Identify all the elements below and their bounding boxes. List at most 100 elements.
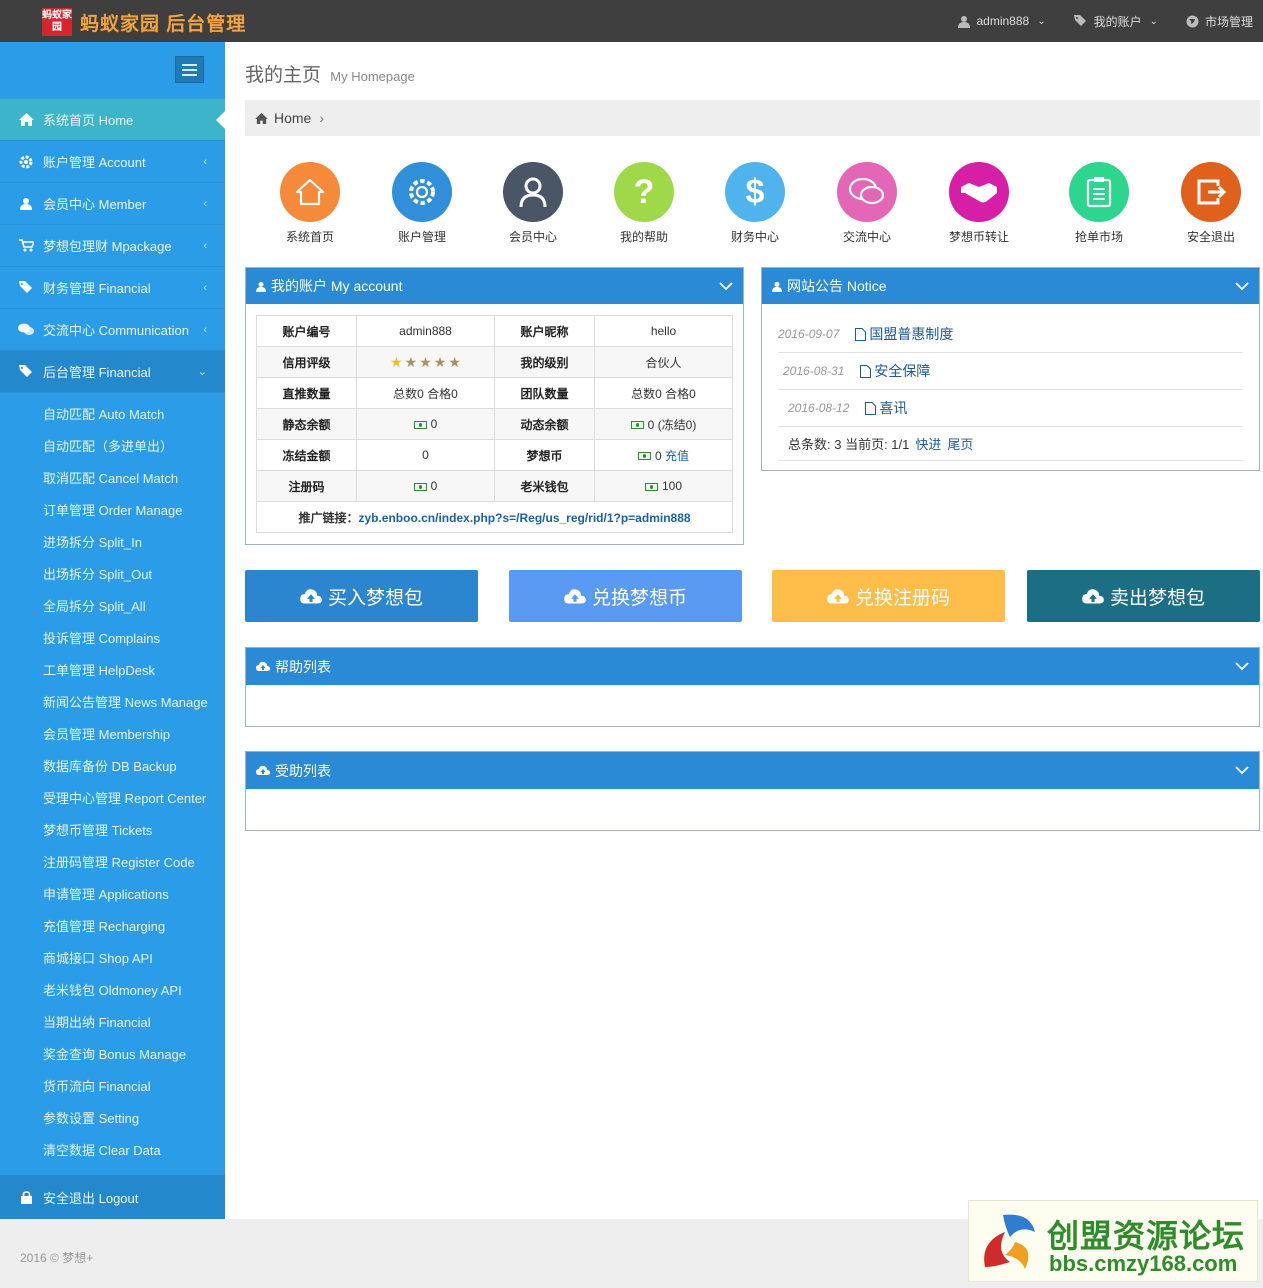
shortcut-gear[interactable]: 账户管理 [372, 162, 472, 245]
shortcut-question[interactable]: ? 我的帮助 [594, 162, 694, 245]
notice-date: 2016-09-07 [778, 327, 840, 341]
chevron-down-icon: ⌄ [197, 366, 207, 378]
watermark: 创盟资源论坛 bbs.cmzy168.com [968, 1200, 1258, 1282]
shortcut-exit[interactable]: 安全退出 [1161, 162, 1261, 245]
sidebar-subitem[interactable]: 自动匹配（多进单出） [0, 431, 225, 463]
logo-badge: 蚂蚁家园 [42, 8, 72, 36]
money-icon [413, 482, 427, 491]
action-button-label: 卖出梦想包 [1109, 587, 1205, 609]
sidebar-subitem[interactable]: 订单管理 Order Manage [0, 495, 225, 527]
sidebar-subitem[interactable]: 货币流向 Financial [0, 1071, 225, 1103]
pagination-last-link[interactable]: 尾页 [947, 434, 973, 453]
globe-icon [1186, 15, 1199, 27]
cell-value: 0 充值 [594, 439, 733, 471]
action-button[interactable]: 兑换注册码 [772, 570, 1005, 622]
notice-date: 2016-08-31 [783, 364, 845, 378]
money-icon [630, 421, 644, 430]
breadcrumb-home-link[interactable]: Home [274, 110, 311, 126]
action-button[interactable]: 买入梦想包 [245, 570, 478, 622]
menu-toggle-button[interactable] [175, 56, 204, 83]
sidebar-item-mpackage[interactable]: 梦想包理财 Mpackage ‹ [0, 225, 225, 267]
shortcut-label: 会员中心 [508, 230, 557, 244]
sidebar-subitem[interactable]: 老米钱包 Oldmoney API [0, 975, 225, 1007]
market-label: 市场管理 [1204, 14, 1253, 29]
sidebar-item-logout[interactable]: 安全退出 Logout [0, 1175, 225, 1219]
breadcrumb: Home › [245, 100, 1260, 136]
recharge-link[interactable]: 充值 [665, 449, 689, 463]
sidebar-subitem[interactable]: 申请管理 Applications [0, 879, 225, 911]
help-list-header: 帮助列表 [246, 648, 1259, 685]
user-menu[interactable]: admin888 ⌄ [958, 14, 1046, 28]
account-table: 账户编号 admin888 账户昵称 hello 信用评级 ★ ★ ★ ★ ★ 我的级别… [256, 315, 733, 533]
sidebar-subitem[interactable]: 新闻公告管理 News Manage [0, 687, 225, 719]
star-icon: ★ [448, 353, 461, 370]
chevron-left-icon: ‹ [203, 197, 207, 210]
sidebar-subitem[interactable]: 当期出纳 Financial [0, 1007, 225, 1039]
cell-value: 0 [356, 470, 495, 502]
shortcut-house[interactable]: 系统首页 [260, 162, 360, 245]
logo[interactable]: 蚂蚁家园 蚂蚁家园 后台管理 [42, 8, 246, 36]
sidebar-item-account[interactable]: 账户管理 Account ‹ [0, 141, 225, 183]
promo-url-link[interactable]: zyb.enboo.cn/index.php?s=/Reg/us_reg/rid… [358, 511, 690, 525]
home-icon [255, 112, 268, 124]
notice-link[interactable]: 喜讯 [865, 398, 907, 418]
sidebar-item-label: 后台管理 Financial [43, 365, 151, 380]
oldmoney-wallet: 100 [661, 479, 683, 493]
cell-value: 总数0 合格0 [356, 377, 495, 409]
sidebar-subitem[interactable]: 投诉管理 Complains [0, 623, 225, 655]
sidebar-item-label: 系统首页 Home [43, 113, 134, 128]
sidebar-subitem[interactable]: 自动匹配 Auto Match [0, 399, 225, 431]
my-account-menu[interactable]: 我的账户 ⌄ [1073, 13, 1158, 30]
shortcut-clipboard[interactable]: 抢单市场 [1049, 162, 1149, 245]
page-title-text: 我的主页 [245, 65, 322, 86]
notice-date: 2016-08-12 [788, 401, 850, 415]
sidebar-subitem[interactable]: 参数设置 Setting [0, 1103, 225, 1135]
shortcut-handshake[interactable]: 梦想币转让 [929, 162, 1029, 245]
cell-value: 0 (冻结0) [594, 408, 733, 440]
sidebar-subitem[interactable]: 清空数据 Clear Data [0, 1135, 225, 1167]
file-icon [855, 327, 867, 341]
shortcut-dollar[interactable]: $ 财务中心 [705, 162, 805, 245]
sidebar-subitem[interactable]: 取消匹配 Cancel Match [0, 463, 225, 495]
shortcut-chat[interactable]: 交流中心 [817, 162, 917, 245]
sidebar-item-financial[interactable]: 财务管理 Financial ‹ [0, 267, 225, 309]
sidebar-item-member[interactable]: 会员中心 Member ‹ [0, 183, 225, 225]
sidebar-subitem[interactable]: 数据库备份 DB Backup [0, 751, 225, 783]
sidebar-item-admin[interactable]: 后台管理 Financial ⌄ [0, 351, 225, 393]
user-icon [772, 281, 782, 292]
cell-value: 100 [594, 470, 733, 502]
user-name: admin888 [976, 14, 1030, 28]
sidebar-subitem[interactable]: 进场拆分 Split_In [0, 527, 225, 559]
sidebar-subitem[interactable]: 受理中心管理 Report Center [0, 783, 225, 815]
register-code-count: 0 [430, 479, 438, 493]
chevron-down-icon[interactable] [1235, 762, 1249, 778]
sidebar-subitem[interactable]: 工单管理 HelpDesk [0, 655, 225, 687]
sidebar-subitem[interactable]: 充值管理 Recharging [0, 911, 225, 943]
sidebar-subitem[interactable]: 奖金查询 Bonus Manage [0, 1039, 225, 1071]
chevron-down-icon[interactable] [1235, 658, 1249, 674]
pagination-quick-link[interactable]: 快进 [915, 434, 941, 453]
sidebar-subitem[interactable]: 商城接口 Shop API [0, 943, 225, 975]
sidebar-subitem[interactable]: 梦想币管理 Tickets [0, 815, 225, 847]
house-icon [280, 162, 340, 222]
sidebar-subitem[interactable]: 注册码管理 Register Code [0, 847, 225, 879]
table-row: 注册码 0 老米钱包 100 [256, 470, 733, 502]
action-button[interactable]: 卖出梦想包 [1027, 570, 1260, 622]
sidebar-item-label: 账户管理 Account [43, 155, 146, 170]
action-button[interactable]: 兑换梦想币 [509, 570, 742, 622]
tags-icon [1073, 15, 1086, 26]
sidebar-item-home[interactable]: 系统首页 Home [0, 99, 225, 141]
shortcut-user[interactable]: 会员中心 [483, 162, 583, 245]
sidebar-item-communication[interactable]: 交流中心 Communication ‹ [0, 309, 225, 351]
chevron-down-icon[interactable] [719, 278, 733, 294]
chevron-left-icon: ‹ [203, 281, 207, 294]
sidebar-subitem[interactable]: 全局拆分 Split_All [0, 591, 225, 623]
notice-link[interactable]: 安全保障 [860, 361, 930, 381]
market-menu[interactable]: 市场管理 [1186, 13, 1253, 30]
chevron-down-icon[interactable] [1235, 278, 1249, 294]
sidebar-item-label: 梦想包理财 Mpackage [43, 239, 172, 254]
sidebar-subitem[interactable]: 会员管理 Membership [0, 719, 225, 751]
notice-link[interactable]: 国盟普惠制度 [855, 324, 953, 344]
sidebar-subitem[interactable]: 出场拆分 Split_Out [0, 559, 225, 591]
receive-list-title: 受助列表 [275, 762, 331, 779]
